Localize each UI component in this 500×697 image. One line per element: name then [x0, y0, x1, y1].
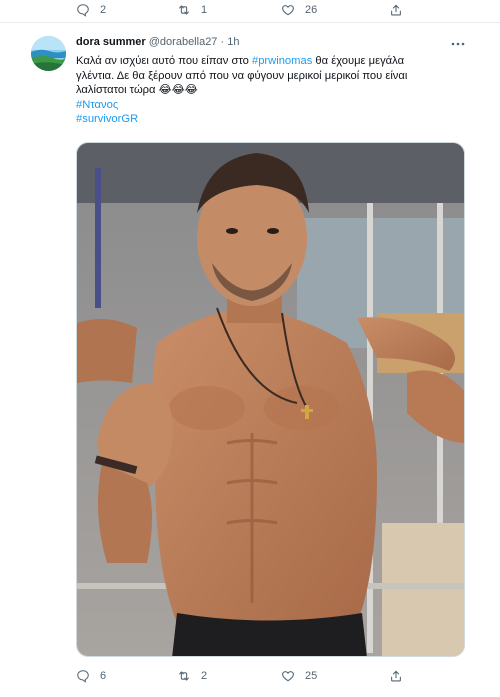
like-count: 25	[305, 670, 318, 682]
like-button[interactable]: 25	[281, 669, 317, 683]
prev-share-button[interactable]	[389, 3, 403, 17]
tweet-divider	[0, 22, 500, 23]
tweet-header: dora summer @dorabella27 · 1h	[76, 36, 239, 48]
retweet-icon	[179, 671, 189, 681]
prev-retweet-count: 1	[201, 4, 208, 16]
avatar-image	[31, 36, 66, 71]
prev-like-button[interactable]: 26	[281, 3, 317, 17]
share-button[interactable]	[389, 669, 403, 683]
retweet-icon	[179, 5, 189, 15]
tweet-time[interactable]: 1h	[227, 36, 239, 48]
tweet-text-line-1-end: θα έχουμε μεγάλα	[312, 55, 405, 67]
hashtag-survivorgr[interactable]: #survivorGR	[76, 112, 471, 127]
heart-icon	[282, 5, 294, 16]
hashtag-ntanos[interactable]: #Ντανος	[76, 98, 471, 113]
tweet-text-line-1: Καλά αν ισχύει αυτό που είπαν στο #prwin…	[76, 54, 471, 69]
photo-image	[77, 143, 464, 656]
header-separator: ·	[220, 36, 225, 48]
prev-like-count: 26	[305, 4, 318, 16]
more-options-button[interactable]	[450, 37, 466, 49]
tweet-text: Καλά αν ισχύει αυτό που είπαν στο #prwin…	[76, 54, 471, 127]
prev-reply-count: 2	[100, 4, 107, 16]
tweet-text-line-2: γλέντια. Δε θα ξέρουν από που να φύγουν …	[76, 69, 408, 82]
tweet-action-bar: 6 2 25	[0, 666, 500, 686]
author-name[interactable]: dora summer	[76, 36, 146, 48]
tweet-text-line-1-start: Καλά αν ισχύει αυτό που είπαν στο	[76, 55, 252, 67]
share-icon	[391, 670, 401, 682]
reply-icon	[77, 4, 89, 17]
tweet-text-line-3: λαλίστατοι τώρα 😂😂😂	[76, 84, 198, 96]
tweet-photo[interactable]	[76, 142, 465, 657]
avatar[interactable]	[31, 36, 66, 71]
reply-count: 6	[100, 670, 107, 682]
retweet-count: 2	[201, 670, 208, 682]
share-icon	[391, 4, 401, 16]
reply-button[interactable]: 6	[76, 669, 106, 683]
author-handle[interactable]: @dorabella27	[149, 36, 218, 48]
prev-reply-button[interactable]: 2	[76, 3, 106, 17]
heart-icon	[282, 671, 294, 682]
prev-retweet-button[interactable]: 1	[177, 3, 207, 17]
prev-tweet-action-bar: 2 1 26	[0, 0, 500, 20]
more-icon	[451, 42, 465, 46]
retweet-button[interactable]: 2	[177, 669, 207, 683]
reply-icon	[77, 670, 89, 683]
hashtag-prwinomas[interactable]: #prwinomas	[252, 55, 312, 67]
